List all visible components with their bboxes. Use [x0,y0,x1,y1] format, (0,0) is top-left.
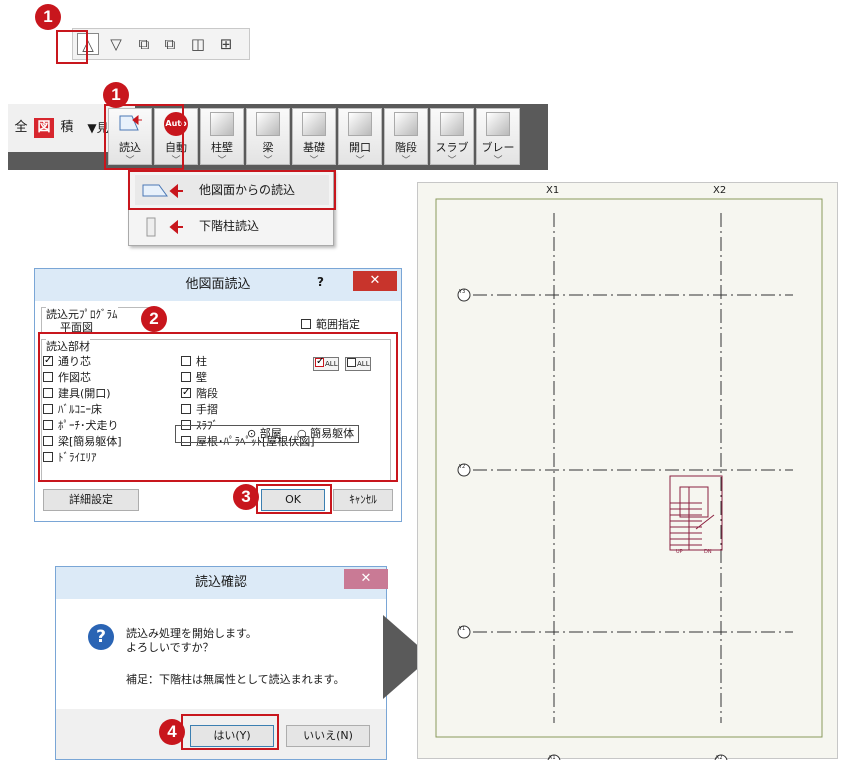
range-checkbox[interactable]: 範囲指定 [301,318,360,332]
message-area [56,599,386,709]
pillar-wall-icon [210,112,234,136]
chevron-down-icon: ﹀ [263,156,273,166]
toolbar-button-opening[interactable]: 開口 ﹀ [338,108,382,166]
stairs-icon [394,112,418,136]
chevron-down-icon: ﹀ [401,156,411,166]
detail-settings-button[interactable]: 詳細設定 [43,489,139,511]
floor-plan [435,198,823,763]
highlight-box [104,104,184,170]
move-layer-button[interactable]: ⧉ [159,33,181,55]
toolbar-button-pillar-wall[interactable]: 柱壁 ﹀ [200,108,244,166]
stair-label-up: UP [676,549,683,555]
drawing-button[interactable]: 図 [34,118,54,138]
shape-toolbar: △ ▽ ⧉ ⧉ ◫ ⊞ [72,28,250,60]
split-vertical-button[interactable]: ◫ [187,33,209,55]
step-marker-3: 3 [233,484,259,510]
grid-label-y3: Y3 [459,289,466,295]
message-note: 補足：下階柱は無属性として読込まれます。 [126,673,345,686]
toolbar-button-slab[interactable]: スラブ ﹀ [430,108,474,166]
stairs-drawing [669,475,723,551]
stair-label-dn: DN [704,549,712,555]
close-button[interactable]: ✕ [344,569,388,589]
highlight-box [38,332,398,482]
drawing-frame [435,198,823,738]
grid-label-x1: X1 [546,185,560,196]
toolbar-button-beam[interactable]: 梁 ﹀ [246,108,290,166]
beam-icon [256,112,280,136]
toolbar-button-foundation[interactable]: 基礎 ﹀ [292,108,336,166]
foundation-icon [302,112,326,136]
grid-label-y1: Y1 [459,626,466,632]
dialog-title: 他図面読込 [35,269,401,301]
highlight-box [181,714,279,750]
grid-label-x2: X2 [713,185,727,196]
grid-label-y2: Y2 [459,464,466,470]
dialog-title: 読込確認 [56,567,386,599]
toolbar-button-stairs[interactable]: 階段 ﹀ [384,108,428,166]
opening-icon [348,112,372,136]
split-grid-button[interactable]: ⊞ [215,33,237,55]
all-button[interactable]: 全 [11,118,31,138]
source-program-group: 読込元ﾌﾟﾛｸﾞﾗﾑ 平面図 [41,306,153,334]
drawing-canvas[interactable]: X1 X2 Y3 Y2 Y1 X1 X2 UP DN [417,182,838,763]
triangle-down-button[interactable]: ▽ [105,33,127,55]
highlight-box [256,484,332,514]
chevron-down-icon: ﹀ [493,156,503,166]
chevron-down-icon: ﹀ [447,156,457,166]
chevron-down-icon: ﹀ [217,156,227,166]
brace-icon [486,112,510,136]
pillar-icon [146,217,183,237]
main-toolbar: 全 図 積 ▼見下 読込 ﹀ Auto 自動 ﹀ 柱壁 ﹀ 梁 ﹀ 基礎 ﹀ 開口 ﹀ 階段 ﹀ スラブ ﹀ ブレ… [8,104,548,170]
help-button[interactable]: ? [317,275,324,289]
copy-layer-button[interactable]: ⧉ [133,33,155,55]
question-icon: ? [88,624,114,650]
grid-bubble-label-x1: X1 [549,755,556,761]
estimate-button[interactable]: 積 [57,118,77,138]
message-line-2: よろしいですか？ [126,641,214,654]
highlight-box [56,30,88,64]
toolbar-button-brace[interactable]: ブレー ﹀ [476,108,520,166]
chevron-down-icon: ﹀ [309,156,319,166]
grid-bubble-label-x2: X2 [716,755,723,761]
no-button[interactable]: いいえ(N) [286,725,370,747]
step-marker-1: 1 [35,4,61,30]
menu-item-lower-floor-pillar[interactable]: 下階柱読込 [135,211,329,241]
step-marker-2: 2 [141,306,167,332]
highlight-box [128,170,336,210]
step-marker-4: 4 [159,719,185,745]
step-marker-1: 1 [103,82,129,108]
slab-icon [440,112,464,136]
chevron-down-icon: ﹀ [355,156,365,166]
close-button[interactable]: ✕ [353,271,397,291]
cancel-button[interactable]: ｷｬﾝｾﾙ [333,489,393,511]
